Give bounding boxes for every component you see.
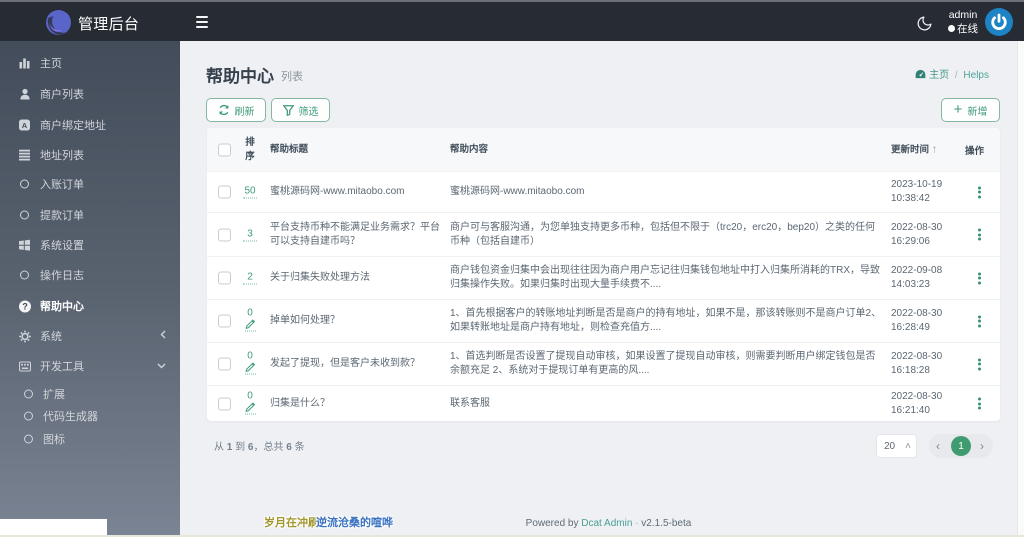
svg-text:A: A [22,121,28,130]
svg-text:?: ? [22,301,27,311]
